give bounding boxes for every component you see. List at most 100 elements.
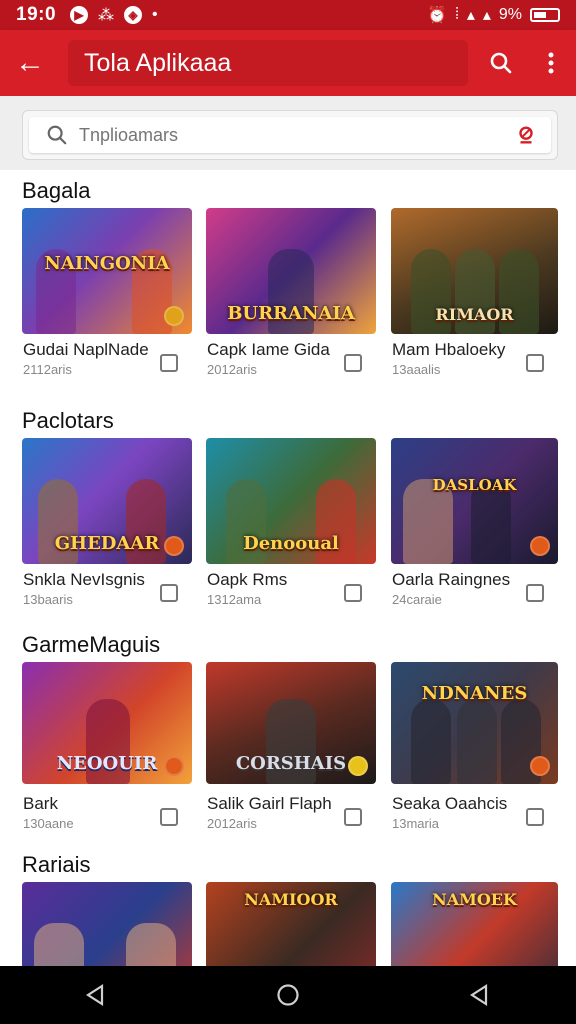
game-card[interactable]: DASLOAK Oarla Raingnes 24caraie xyxy=(391,438,558,607)
sync-icon: ⁂ xyxy=(98,7,115,24)
game-meta: 130aane xyxy=(23,816,74,831)
game-logo: DASLOAK xyxy=(432,476,517,494)
game-name: Oarla Raingnes xyxy=(392,570,511,589)
app-bar: ← Tola Aplikaaa xyxy=(0,30,576,96)
select-checkbox[interactable] xyxy=(160,808,178,826)
game-badge-icon xyxy=(164,536,184,556)
game-thumbnail: Denooual xyxy=(206,438,376,564)
game-name: Gudai NaplNade xyxy=(23,340,149,359)
game-badge-icon xyxy=(164,306,184,326)
game-meta: 2112aris xyxy=(23,362,72,377)
search-icon xyxy=(47,125,67,145)
section-title: Rariais xyxy=(22,852,91,877)
game-meta: 24caraie xyxy=(392,592,442,607)
select-checkbox[interactable] xyxy=(526,584,544,602)
character-art xyxy=(457,699,497,784)
game-thumbnail: NAINGONIA xyxy=(22,208,192,334)
search-area xyxy=(0,96,576,170)
game-badge-icon xyxy=(530,756,550,776)
search-input[interactable] xyxy=(79,124,515,146)
game-badge-icon xyxy=(348,756,368,776)
content-list: Bagala NAINGONIA Gudai NaplNade 2112aris… xyxy=(0,170,576,966)
game-logo: Denooual xyxy=(243,533,339,554)
clear-icon[interactable] xyxy=(515,124,537,146)
select-checkbox[interactable] xyxy=(526,354,544,372)
game-thumbnail: NEOOUIR xyxy=(22,662,192,784)
signal-icon-2: ▴ xyxy=(482,7,491,24)
game-name: Snkla NevIsgnis xyxy=(23,570,145,589)
game-logo: NAMOEK xyxy=(432,890,517,909)
game-card[interactable] xyxy=(22,882,192,966)
select-checkbox[interactable] xyxy=(344,808,362,826)
section-title: Bagala xyxy=(22,178,91,203)
game-thumbnail: RIMAOR xyxy=(391,208,558,334)
notification-icon: ▶ xyxy=(70,6,89,24)
game-card[interactable]: NAINGONIA Gudai NaplNade 2112aris xyxy=(22,208,192,377)
game-thumbnail: BURRANAIA xyxy=(206,208,376,334)
appbar-actions xyxy=(476,30,576,96)
more-button[interactable] xyxy=(526,30,576,96)
status-right: ⏰ ⦙ ▴ ▴ 9% xyxy=(427,5,560,25)
game-logo: GHEDAAR xyxy=(54,533,160,554)
game-card[interactable]: NEOOUIR Bark 130aane xyxy=(22,662,192,831)
title-box: Tola Aplikaaa xyxy=(68,40,468,86)
game-meta: 2012aris xyxy=(207,816,257,831)
select-checkbox[interactable] xyxy=(160,584,178,602)
select-checkbox[interactable] xyxy=(344,354,362,372)
nav-back-icon[interactable] xyxy=(84,983,108,1007)
game-thumbnail: CORSHAIS xyxy=(206,662,376,784)
select-checkbox[interactable] xyxy=(344,584,362,602)
game-card[interactable]: Denooual Oapk Rms 1312ama xyxy=(206,438,376,607)
search-field xyxy=(29,117,551,153)
search-button[interactable] xyxy=(476,30,526,96)
game-logo: CORSHAIS xyxy=(235,753,347,774)
game-card[interactable]: BURRANAIA Capk Iame Gida 2012aris xyxy=(206,208,376,377)
game-card[interactable]: NAMOEK xyxy=(391,882,558,966)
game-thumbnail: NDNANES xyxy=(391,662,558,784)
game-meta: 1312ama xyxy=(207,592,262,607)
game-logo: RIMAOR xyxy=(435,305,514,324)
game-badge-icon xyxy=(530,536,550,556)
status-time: 19:0 xyxy=(16,4,57,25)
game-card[interactable]: RIMAOR Mam Hbaloeky 13aaalis xyxy=(391,208,558,377)
game-name: Oapk Rms xyxy=(207,570,288,589)
game-thumbnail: DASLOAK xyxy=(391,438,558,564)
search-icon xyxy=(490,52,512,74)
game-card[interactable]: GHEDAAR Snkla NevIsgnis 13baaris xyxy=(22,438,192,607)
game-logo: BURRANAIA xyxy=(227,303,355,324)
search-box xyxy=(22,110,558,160)
more-vert-icon xyxy=(548,52,554,74)
vibrate-icon: ⦙ xyxy=(455,6,459,23)
game-name: Bark xyxy=(23,794,58,813)
game-card[interactable]: NDNANES Seaka Oaahcis 13maria xyxy=(391,662,558,831)
game-meta: 13maria xyxy=(392,816,439,831)
nav-recent-icon[interactable] xyxy=(468,983,492,1007)
select-checkbox[interactable] xyxy=(526,808,544,826)
dot-icon: • xyxy=(152,6,158,23)
game-card[interactable]: NAMIOOR xyxy=(206,882,376,966)
game-thumbnail: NAMOEK xyxy=(391,882,558,966)
game-name: Salik Gairl Flaph xyxy=(207,794,332,813)
game-meta: 13aaalis xyxy=(392,362,441,377)
game-thumbnail: GHEDAAR xyxy=(22,438,192,564)
battery-icon xyxy=(530,8,560,22)
nav-home-icon[interactable] xyxy=(276,983,300,1007)
system-nav-bar xyxy=(0,966,576,1024)
game-name: Mam Hbaloeky xyxy=(392,340,506,359)
game-logo: NAINGONIA xyxy=(44,253,170,274)
game-badge-icon xyxy=(164,756,184,776)
game-thumbnail xyxy=(22,882,192,966)
status-notification-icons: ▶ ⁂ ◈ • xyxy=(70,5,158,25)
page-title: Tola Aplikaaa xyxy=(84,48,232,77)
game-thumbnail: NAMIOOR xyxy=(206,882,376,966)
signal-icon: ▴ xyxy=(466,7,475,24)
game-card[interactable]: CORSHAIS Salik Gairl Flaph 2012aris xyxy=(206,662,376,831)
game-meta: 2012aris xyxy=(207,362,257,377)
game-logo: NDNANES xyxy=(421,683,528,704)
section-title: Paclotars xyxy=(22,408,114,433)
back-button[interactable]: ← xyxy=(0,30,60,96)
game-name: Seaka Oaahcis xyxy=(392,794,508,813)
select-checkbox[interactable] xyxy=(160,354,178,372)
character-art xyxy=(411,699,451,784)
game-logo: NAMIOOR xyxy=(244,890,338,909)
